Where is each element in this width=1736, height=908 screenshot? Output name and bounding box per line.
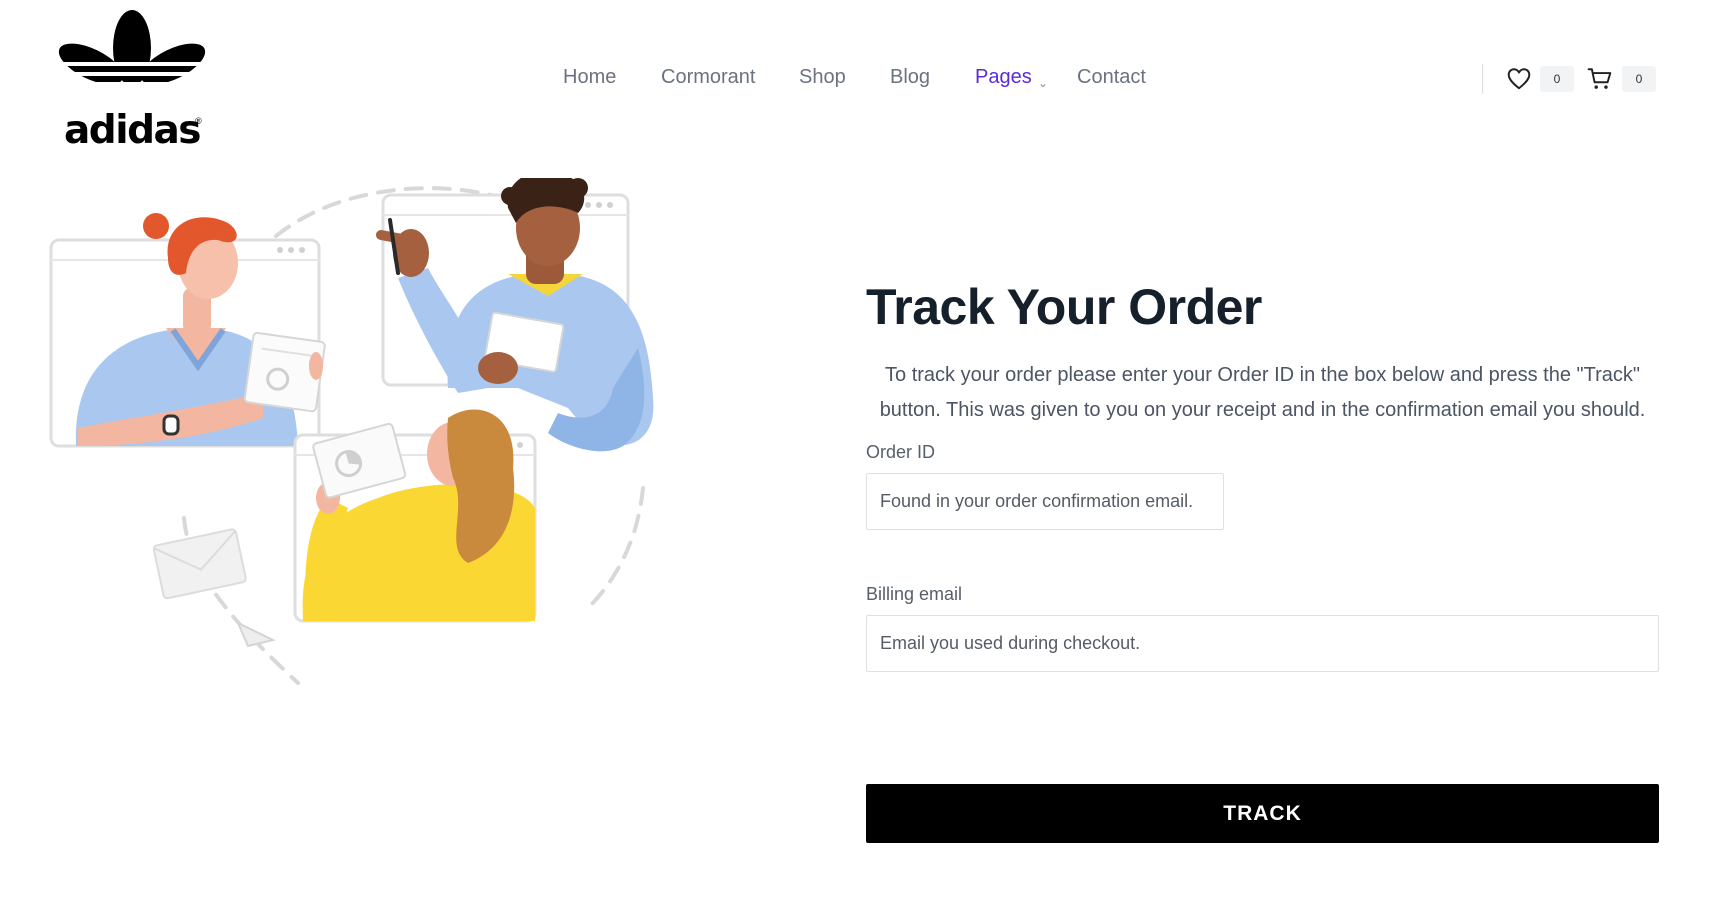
- order-id-label: Order ID: [866, 442, 936, 462]
- nav-pages[interactable]: Pages: [975, 66, 1032, 89]
- chevron-down-icon[interactable]: ⌄: [1038, 76, 1048, 90]
- wishlist-count-badge: 0: [1540, 66, 1574, 92]
- header-divider: [1482, 64, 1483, 94]
- track-button[interactable]: TRACK: [866, 784, 1659, 843]
- nav-blog[interactable]: Blog: [890, 66, 930, 89]
- adidas-logo[interactable]: adidas ®: [57, 8, 207, 154]
- trefoil-icon: [57, 10, 207, 108]
- nav-home[interactable]: Home: [563, 66, 616, 89]
- billing-email-label: Billing email: [866, 584, 963, 604]
- site-header: adidas ® Home Cormorant Shop Blog Pages …: [0, 0, 1736, 153]
- page-title: Track Your Order: [866, 279, 1262, 335]
- order-tracking-illustration: [48, 162, 720, 700]
- nav-contact[interactable]: Contact: [1077, 66, 1146, 89]
- order-id-input[interactable]: [866, 473, 1224, 530]
- heart-icon[interactable]: [1506, 66, 1532, 92]
- registered-mark: ®: [195, 116, 202, 126]
- cart-count-badge: 0: [1622, 66, 1656, 92]
- nav-cormorant[interactable]: Cormorant: [661, 66, 755, 89]
- cart-icon[interactable]: [1587, 66, 1613, 92]
- intro-text: To track your order please enter your Or…: [879, 364, 1646, 421]
- nav-shop[interactable]: Shop: [799, 66, 846, 89]
- logo-wordmark: adidas: [63, 108, 202, 153]
- billing-email-input[interactable]: [866, 615, 1659, 672]
